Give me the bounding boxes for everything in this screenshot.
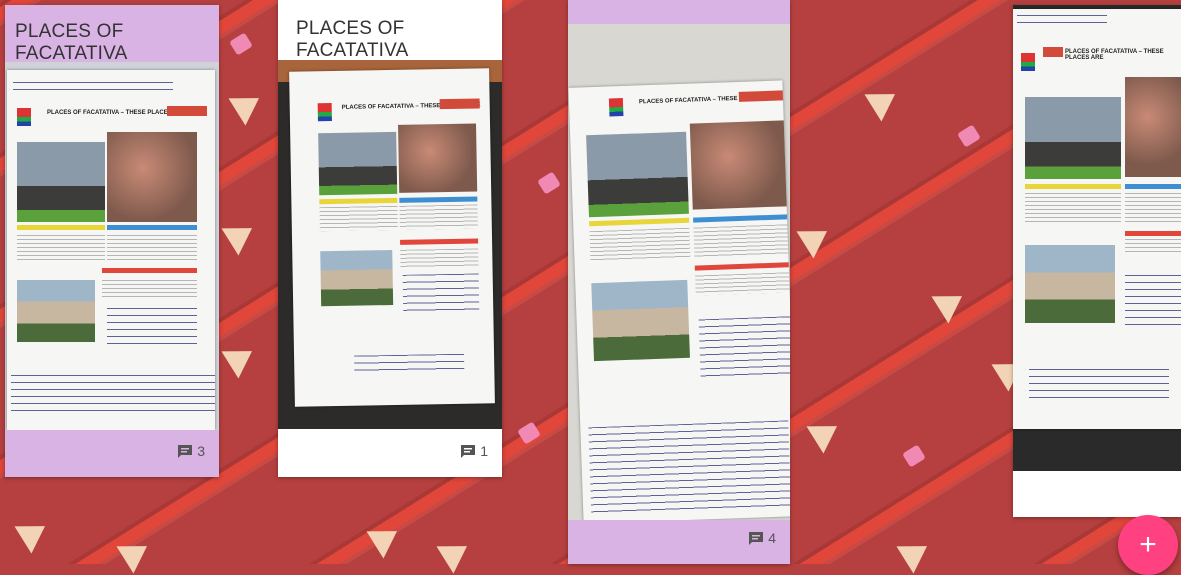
post-photo[interactable]: PLACES OF FACATATIVA – THESE PLACES ARE [1013,5,1181,471]
post-photo[interactable]: PLACES OF FACATATIVA – THESE PLACES ARE [278,60,502,429]
comment-count-label: 4 [768,530,776,546]
post-photo[interactable]: PLACES OF FACATATIVA – THESE PLACES ARE [568,24,790,520]
comment-count[interactable]: 3 [177,443,205,459]
post-photo[interactable]: PLACES OF FACATATIVA – THESE PLACES ARE [5,62,219,430]
post-card[interactable]: PLACES OF FACATATIVA – THESE PLACES ARE … [568,0,790,564]
plus-icon: + [1139,528,1157,561]
comment-icon [748,531,764,546]
add-post-button[interactable]: + [1118,515,1178,575]
post-title: PLACES OF FACATATIVA [15,21,128,64]
post-card[interactable]: PLACES OF FACATATIVA – THESE PLACES ARE [1013,5,1181,517]
worksheet-image: PLACES OF FACATATIVA – THESE PLACES ARE [7,70,215,430]
comment-count-label: 1 [480,443,488,459]
comment-count[interactable]: 1 [460,443,488,459]
card-footer: 3 [5,429,219,477]
post-card[interactable]: PLACES OF FACATATIVA PLACES OF FACATATIV… [5,5,219,477]
comment-count-label: 3 [197,443,205,459]
comment-icon [460,444,476,459]
worksheet-image: PLACES OF FACATATIVA – THESE PLACES ARE [1013,9,1181,429]
comment-count[interactable]: 4 [748,530,776,546]
card-footer: 4 [568,516,790,564]
post-title: PLACES OF FACATATIVA [296,18,409,61]
comment-icon [177,444,193,459]
post-card[interactable]: PLACES OF FACATATIVA PLACES OF FACATATIV… [278,0,502,477]
card-footer: 1 [278,429,502,477]
worksheet-image: PLACES OF FACATATIVA – THESE PLACES ARE [289,68,495,407]
worksheet-image: PLACES OF FACATATIVA – THESE PLACES ARE [568,80,790,520]
